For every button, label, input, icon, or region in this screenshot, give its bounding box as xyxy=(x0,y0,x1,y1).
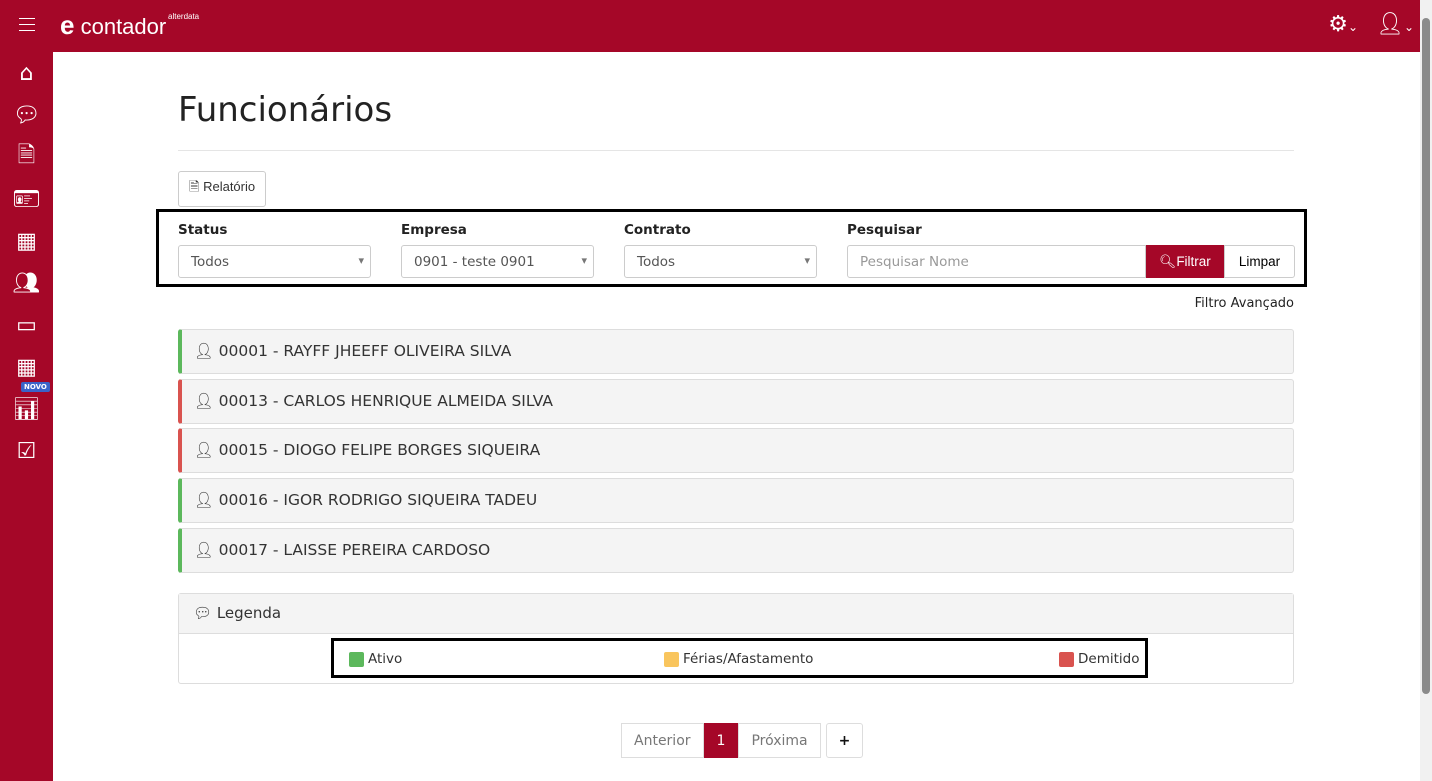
search-input[interactable]: Pesquisar Nome xyxy=(847,245,1146,278)
user-icon: 👤︎ xyxy=(194,441,214,460)
building-icon: ▦ xyxy=(16,228,37,254)
report-button[interactable]: 🗎 Relatório xyxy=(178,171,267,207)
sidebar-item-chat[interactable]: 💬︎ xyxy=(0,94,53,136)
status-select[interactable]: Todos xyxy=(178,245,371,278)
sidebar-item-tasks[interactable]: ☑ xyxy=(0,430,53,472)
search-icon: 🔍︎ xyxy=(1159,253,1177,269)
filter-bar: StatusTodos Empresa0901 - teste 0901 Con… xyxy=(156,209,1307,287)
filter-button[interactable]: 🔍︎Filtrar xyxy=(1146,245,1224,278)
calculator-icon: ▦ xyxy=(16,354,37,380)
sidebar-item-documents[interactable]: 🗎 xyxy=(0,136,53,178)
menu-icon[interactable] xyxy=(19,18,35,31)
sidebar-item-home[interactable]: ⌂ xyxy=(0,52,53,94)
id-card-icon: 🪪︎ xyxy=(12,186,41,212)
legend-item-ferias: Férias/Afastamento xyxy=(664,651,813,667)
checkbox-icon: ☑ xyxy=(16,438,37,464)
employee-row[interactable]: 👤︎ 00017 - LAISSE PEREIRA CARDOSO xyxy=(178,527,1294,573)
user-icon: 👤︎ xyxy=(194,342,214,360)
advanced-filter-link[interactable]: Filtro Avançado xyxy=(1195,296,1294,311)
employee-row[interactable]: 👤︎ 00015 - DIOGO FELIPE BORGES SIQUEIRA xyxy=(178,428,1294,474)
next-page-button[interactable]: Próxima xyxy=(738,723,821,758)
add-button[interactable]: + xyxy=(825,723,864,758)
users-icon: 👥︎ xyxy=(12,270,41,296)
employee-row[interactable]: 👤︎ 00013 - CARLOS HENRIQUE ALMEIDA SILVA xyxy=(178,378,1294,424)
sidebar-item-employees[interactable]: 👥︎ xyxy=(0,262,53,304)
sidebar-item-id-card[interactable]: 🪪︎ xyxy=(0,178,53,220)
user-icon: 👤︎ xyxy=(194,491,214,510)
clear-button[interactable]: Limpar xyxy=(1224,245,1295,278)
user-menu[interactable]: 👤︎⌄ xyxy=(1376,12,1414,37)
sidebar-item-reports[interactable]: NOVO 📊︎ xyxy=(0,382,53,430)
empresa-select[interactable]: 0901 - teste 0901 xyxy=(401,245,594,278)
legend-panel: 💬︎ Legenda Ativo Férias/Afastamento Demi… xyxy=(178,593,1294,684)
employee-row[interactable]: 👤︎ 00001 - RAYFF JHEEFF OLIVEIRA SILVA xyxy=(178,329,1294,374)
user-icon: 👤︎ xyxy=(1376,12,1404,37)
gear-icon: ⚙ xyxy=(1328,12,1348,37)
page-title: Funcionários xyxy=(178,90,393,130)
logo[interactable]: e contador alterdata xyxy=(60,10,199,41)
comment-icon: 💬︎ xyxy=(193,604,213,622)
employee-row[interactable]: 👤︎ 00016 - IGOR RODRIGO SIQUEIRA TADEU xyxy=(178,478,1294,524)
page-1-button[interactable]: 1 xyxy=(703,723,739,758)
sidebar-item-payments[interactable]: ▭ xyxy=(0,304,53,346)
credit-card-icon: ▭ xyxy=(16,312,37,338)
legend-item-demitido: Demitido xyxy=(1059,651,1139,667)
new-badge: NOVO xyxy=(21,382,50,392)
sidebar-item-companies[interactable]: ▦ xyxy=(0,220,53,262)
top-bar: e contador alterdata ⚙⌄ 👤︎⌄ xyxy=(0,0,1420,52)
chat-icon: 💬︎ xyxy=(12,102,41,128)
document-icon: 🗎 xyxy=(189,179,200,194)
chevron-down-icon: ⌄ xyxy=(1403,20,1414,34)
contrato-select[interactable]: Todos xyxy=(624,245,817,278)
sidebar: ⌂ 💬︎ 🗎 🪪︎ ▦ 👥︎ ▭ ▦ NOVO 📊︎ ☑ xyxy=(0,52,53,781)
chevron-down-icon: ⌄ xyxy=(1347,20,1358,34)
user-icon: 👤︎ xyxy=(194,391,214,410)
pagination: Anterior 1 Próxima + xyxy=(621,723,864,758)
bar-chart-icon: 📊︎ xyxy=(12,396,41,422)
prev-page-button[interactable]: Anterior xyxy=(621,723,704,758)
settings-menu[interactable]: ⚙⌄ xyxy=(1328,12,1358,37)
scrollbar[interactable] xyxy=(1420,0,1432,781)
user-icon: 👤︎ xyxy=(194,540,214,559)
home-icon: ⌂ xyxy=(19,60,34,86)
document-icon: 🗎 xyxy=(17,143,36,168)
legend-item-ativo: Ativo xyxy=(349,651,402,667)
